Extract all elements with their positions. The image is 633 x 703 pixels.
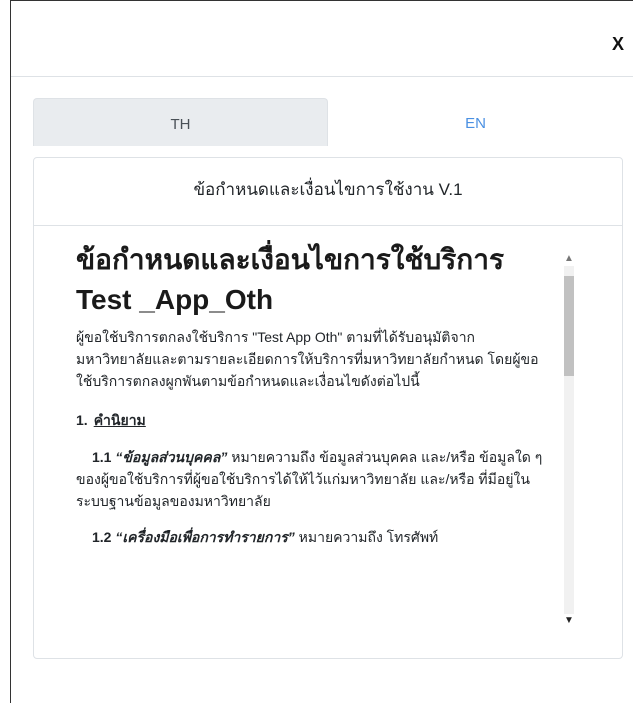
definition-item: 1.1 “ข้อมูลส่วนบุคคล” หมายความถึง ข้อมูล… — [76, 446, 546, 512]
tab-en[interactable]: EN — [328, 98, 623, 146]
card-header-title: ข้อกำหนดและเงื่อนไขการใช้งาน V.1 — [34, 158, 622, 226]
definition-term: “เครื่องมือเพื่อการทำรายการ” — [115, 529, 295, 545]
scroll-thumb[interactable] — [564, 276, 574, 376]
content-scrollbar[interactable]: ▲ ▼ — [562, 252, 576, 628]
modal-header: X — [11, 1, 633, 77]
section-number: 1. — [76, 412, 88, 428]
definition-item: 1.2 “เครื่องมือเพื่อการทำรายการ” หมายควา… — [76, 526, 546, 548]
section-title: คำนิยาม — [93, 412, 146, 428]
definition-number: 1.2 — [92, 529, 112, 545]
terms-modal: X TH EN ข้อกำหนดและเงื่อนไขการใช้งาน V.1… — [10, 0, 633, 703]
scroll-down-arrow-icon[interactable]: ▼ — [562, 614, 576, 628]
terms-card: ข้อกำหนดและเงื่อนไขการใช้งาน V.1 ข้อกำหน… — [33, 157, 623, 659]
close-button[interactable]: X — [608, 31, 628, 57]
definition-number: 1.1 — [92, 449, 112, 465]
definition-text: หมายความถึง โทรศัพท์ — [294, 529, 439, 545]
scroll-up-arrow-icon[interactable]: ▲ — [562, 252, 576, 266]
language-tabs: TH EN — [33, 98, 623, 146]
document-title: ข้อกำหนดและเงื่อนไขการใช้บริการ Test _Ap… — [76, 244, 504, 315]
intro-paragraph: ผู้ขอใช้บริการตกลงใช้บริการ "Test App Ot… — [76, 329, 539, 389]
tab-th[interactable]: TH — [33, 98, 328, 146]
definition-term: “ข้อมูลส่วนบุคคล” — [115, 449, 228, 465]
section-heading: 1. คำนิยาม — [76, 410, 546, 432]
terms-scroll-content[interactable]: ข้อกำหนดและเงื่อนไขการใช้บริการ Test _Ap… — [76, 240, 546, 630]
